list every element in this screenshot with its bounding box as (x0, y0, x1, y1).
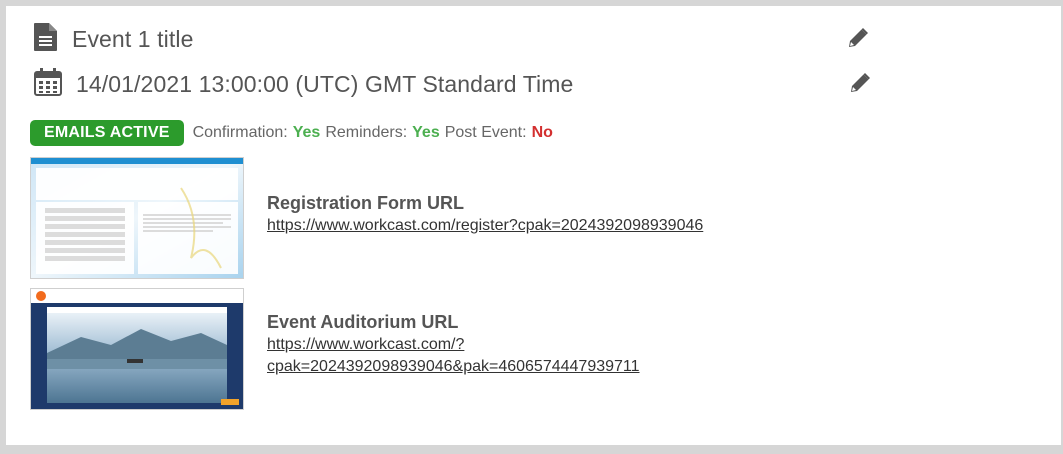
auditorium-url-label: Event Auditorium URL (267, 312, 459, 332)
reminders-value: Yes (412, 124, 440, 141)
post-event-value: No (531, 124, 553, 141)
auditorium-url-link-line2[interactable]: cpak=2024392098939046&pak=46065744479397… (267, 356, 640, 378)
registration-link-block: Registration Form URL https://www.workca… (267, 192, 703, 237)
emails-active-badge: EMAILS ACTIVE (30, 120, 184, 146)
auditorium-url-link-line1[interactable]: https://www.workcast.com/? (267, 334, 640, 356)
event-datetime-row: 14/01/2021 13:00:00 (UTC) GMT Standard T… (34, 64, 573, 104)
calendar-icon (34, 67, 62, 101)
event-title-row: Event 1 title (34, 20, 193, 58)
registration-url-link[interactable]: https://www.workcast.com/register?cpak=2… (267, 215, 703, 237)
confirmation-label: Confirmation: (192, 124, 288, 141)
registration-url-label: Registration Form URL (267, 193, 465, 213)
document-icon (34, 22, 58, 56)
email-status-row: EMAILS ACTIVE Confirmation: Yes Reminder… (30, 120, 553, 146)
auditorium-link-block: Event Auditorium URL https://www.workcas… (267, 311, 640, 378)
confirmation-value: Yes (292, 124, 321, 141)
edit-datetime-pencil-icon[interactable] (848, 71, 872, 95)
event-datetime: 14/01/2021 13:00:00 (UTC) GMT Standard T… (76, 70, 574, 97)
reminders-label: Reminders: (325, 124, 408, 141)
post-event-label: Post Event: (444, 124, 527, 141)
edit-title-pencil-icon[interactable] (846, 26, 870, 50)
event-title: Event 1 title (72, 25, 194, 52)
auditorium-page-thumbnail[interactable] (30, 288, 244, 410)
registration-page-thumbnail[interactable] (30, 157, 244, 279)
